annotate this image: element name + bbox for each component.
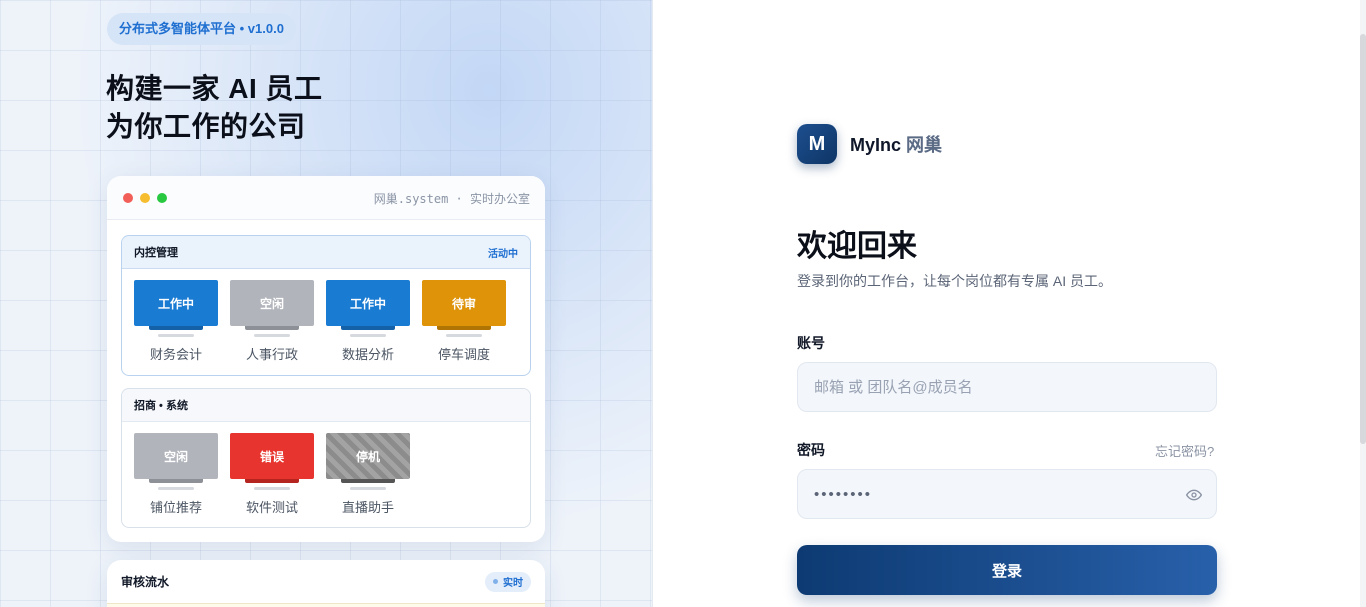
login-button[interactable]: 登录	[797, 545, 1217, 595]
window-title: 网巢.system · 实时办公室	[373, 192, 530, 206]
window-close-dot	[123, 193, 133, 203]
station-label: 停车调度	[437, 347, 490, 362]
monitor-stand	[245, 326, 299, 330]
station-screen: 错误	[230, 433, 314, 479]
department-group-merchant-system: 招商 • 系统 空闲 铺位推荐 错误 软件测试 停机 直播助手	[121, 388, 531, 528]
station-screen: 停机	[326, 433, 410, 479]
group-header: 内控管理 活动中	[122, 236, 530, 269]
station-finance[interactable]: 工作中 财务会计	[134, 280, 218, 363]
monitor-base	[254, 487, 290, 490]
station-label: 数据分析	[341, 347, 394, 362]
live-label: 实时	[503, 578, 523, 589]
station-parking[interactable]: 待审 停车调度	[422, 280, 506, 363]
station-screen: 空闲	[134, 433, 218, 479]
live-dot-icon	[493, 579, 498, 584]
forgot-password-link[interactable]: 忘记密码?	[1155, 441, 1214, 460]
hero-headline-line1: 构建一家 AI 员工	[106, 73, 323, 104]
account-input[interactable]	[798, 363, 1216, 411]
monitor-base	[254, 334, 290, 337]
group-status: 活动中	[488, 248, 518, 260]
station-screen: 工作中	[134, 280, 218, 326]
eye-icon[interactable]	[1186, 487, 1202, 503]
monitor-base	[158, 487, 194, 490]
live-badge: 实时	[485, 571, 531, 592]
department-group-internal-control: 内控管理 活动中 工作中 财务会计 空闲 人事行政 工作中 数据分析 待审 停车…	[121, 235, 531, 376]
brand: M MyInc 网巢	[797, 124, 942, 164]
station-label: 铺位推荐	[149, 500, 202, 515]
station-screen: 工作中	[326, 280, 410, 326]
brand-logo: M	[797, 124, 837, 164]
monitor-stand	[149, 326, 203, 330]
hero-headline: 构建一家 AI 员工 为你工作的公司	[106, 70, 323, 146]
hero-panel: 分布式多智能体平台 • v1.0.0 构建一家 AI 员工 为你工作的公司 网巢…	[0, 0, 653, 607]
monitor-base	[158, 334, 194, 337]
window-minimize-dot	[140, 193, 150, 203]
group-title: 内控管理	[134, 247, 178, 259]
account-label: 账号	[797, 335, 825, 351]
station-screen: 空闲	[230, 280, 314, 326]
audit-log-header: 审核流水 实时	[107, 560, 545, 604]
monitor-base	[350, 487, 386, 490]
station-screen: 待审	[422, 280, 506, 326]
station-hr[interactable]: 空闲 人事行政	[230, 280, 314, 363]
version-badge: 分布式多智能体平台 • v1.0.0	[107, 13, 296, 45]
station-data-analysis[interactable]: 工作中 数据分析	[326, 280, 410, 363]
login-panel: M MyInc 网巢 欢迎回来 登录到你的工作台，让每个岗位都有专属 AI 员工…	[653, 0, 1366, 607]
brand-name-main: MyInc	[850, 135, 902, 155]
station-label: 直播助手	[341, 500, 394, 515]
monitor-stand	[341, 326, 395, 330]
page-scrollbar[interactable]	[1360, 0, 1366, 607]
window-titlebar: 网巢.system · 实时办公室	[107, 176, 545, 220]
group-header: 招商 • 系统	[122, 389, 530, 422]
scrollbar-thumb[interactable]	[1360, 34, 1366, 444]
monitor-stand	[341, 479, 395, 483]
monitor-base	[446, 334, 482, 337]
login-subtitle: 登录到你的工作台，让每个岗位都有专属 AI 员工。	[797, 273, 1113, 289]
audit-log-card: 审核流水 实时	[107, 560, 545, 607]
monitor-stand	[245, 479, 299, 483]
station-software-test[interactable]: 错误 软件测试	[230, 433, 314, 516]
password-input[interactable]	[798, 470, 1216, 518]
brand-name: MyInc 网巢	[850, 131, 942, 157]
password-label: 密码	[797, 442, 825, 458]
office-window: 网巢.system · 实时办公室 内控管理 活动中 工作中 财务会计 空闲 人…	[107, 176, 545, 542]
brand-name-sub: 网巢	[906, 135, 943, 155]
account-field-wrapper	[797, 362, 1217, 412]
monitor-stand	[437, 326, 491, 330]
login-title: 欢迎回来	[797, 230, 917, 263]
group-title: 招商 • 系统	[134, 400, 188, 412]
station-label: 财务会计	[149, 347, 202, 362]
station-label: 人事行政	[245, 347, 298, 362]
hero-headline-line2: 为你工作的公司	[106, 111, 306, 142]
monitor-stand	[149, 479, 203, 483]
station-live-assistant[interactable]: 停机 直播助手	[326, 433, 410, 516]
station-label: 软件测试	[245, 500, 298, 515]
audit-log-title: 审核流水	[121, 575, 170, 589]
monitor-base	[350, 334, 386, 337]
station-shop-recommend[interactable]: 空闲 铺位推荐	[134, 433, 218, 516]
password-field-wrapper	[797, 469, 1217, 519]
window-maximize-dot	[157, 193, 167, 203]
